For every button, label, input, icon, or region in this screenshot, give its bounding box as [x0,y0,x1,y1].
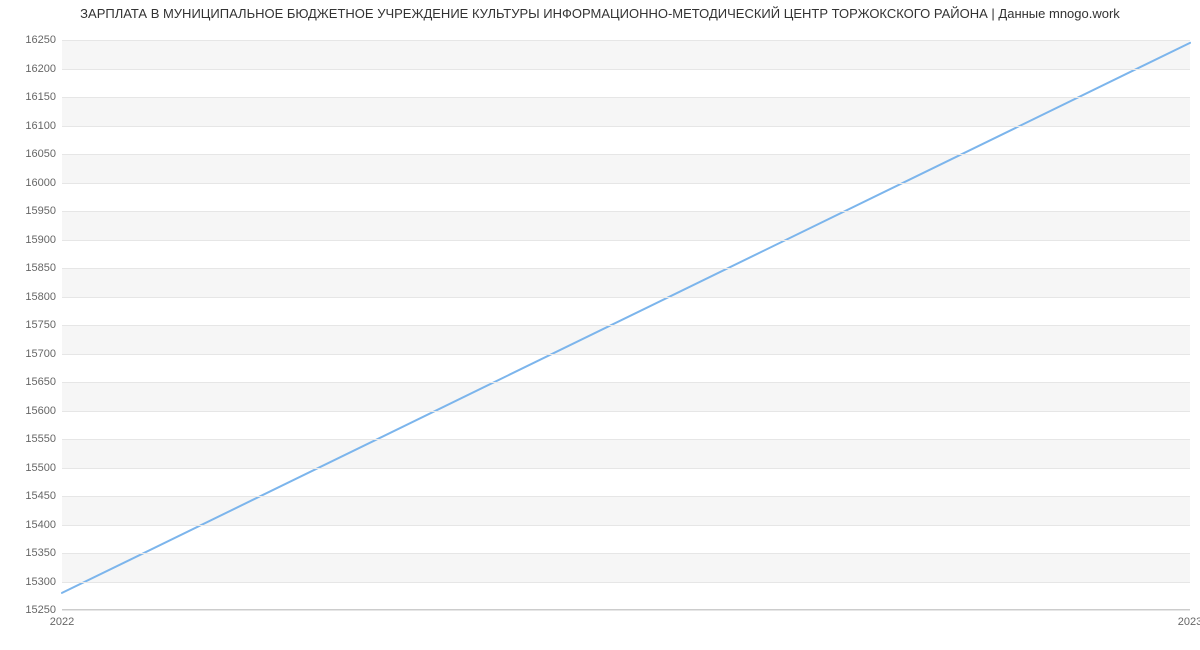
y-tick-label: 16050 [25,148,56,160]
grid-line [62,325,1190,326]
y-tick-label: 15900 [25,234,56,246]
grid-line [62,268,1190,269]
grid-line [62,496,1190,497]
grid-line [62,211,1190,212]
y-tick-label: 15850 [25,262,56,274]
grid-line [62,40,1190,41]
grid-line [62,610,1190,611]
y-tick-label: 15350 [25,547,56,559]
grid-line [62,439,1190,440]
grid-line [62,553,1190,554]
grid-line [62,468,1190,469]
y-tick-label: 15250 [25,604,56,616]
y-tick-label: 15450 [25,490,56,502]
grid-line [62,582,1190,583]
grid-line [62,354,1190,355]
y-tick-label: 15500 [25,462,56,474]
y-tick-label: 15400 [25,519,56,531]
grid-line [62,154,1190,155]
grid-line [62,382,1190,383]
y-tick-label: 15800 [25,291,56,303]
grid-line [62,183,1190,184]
y-tick-label: 15600 [25,405,56,417]
grid-line [62,411,1190,412]
y-tick-label: 15300 [25,576,56,588]
x-tick-label: 2022 [50,616,74,628]
y-tick-label: 16250 [25,34,56,46]
chart-title: ЗАРПЛАТА В МУНИЦИПАЛЬНОЕ БЮДЖЕТНОЕ УЧРЕЖ… [0,6,1200,21]
y-tick-label: 15650 [25,376,56,388]
y-tick-label: 16100 [25,120,56,132]
y-tick-label: 15550 [25,433,56,445]
grid-line [62,97,1190,98]
y-tick-label: 15950 [25,205,56,217]
grid-line [62,525,1190,526]
y-tick-label: 15750 [25,319,56,331]
y-tick-label: 16200 [25,63,56,75]
x-tick-label: 2023 [1178,616,1200,628]
y-tick-label: 15700 [25,348,56,360]
grid-line [62,69,1190,70]
grid-line [62,126,1190,127]
grid-line [62,297,1190,298]
y-tick-label: 16150 [25,91,56,103]
grid-line [62,240,1190,241]
y-tick-label: 16000 [25,177,56,189]
plot-area: 1525015300153501540015450155001555015600… [62,40,1190,610]
chart-container: ЗАРПЛАТА В МУНИЦИПАЛЬНОЕ БЮДЖЕТНОЕ УЧРЕЖ… [0,0,1200,650]
